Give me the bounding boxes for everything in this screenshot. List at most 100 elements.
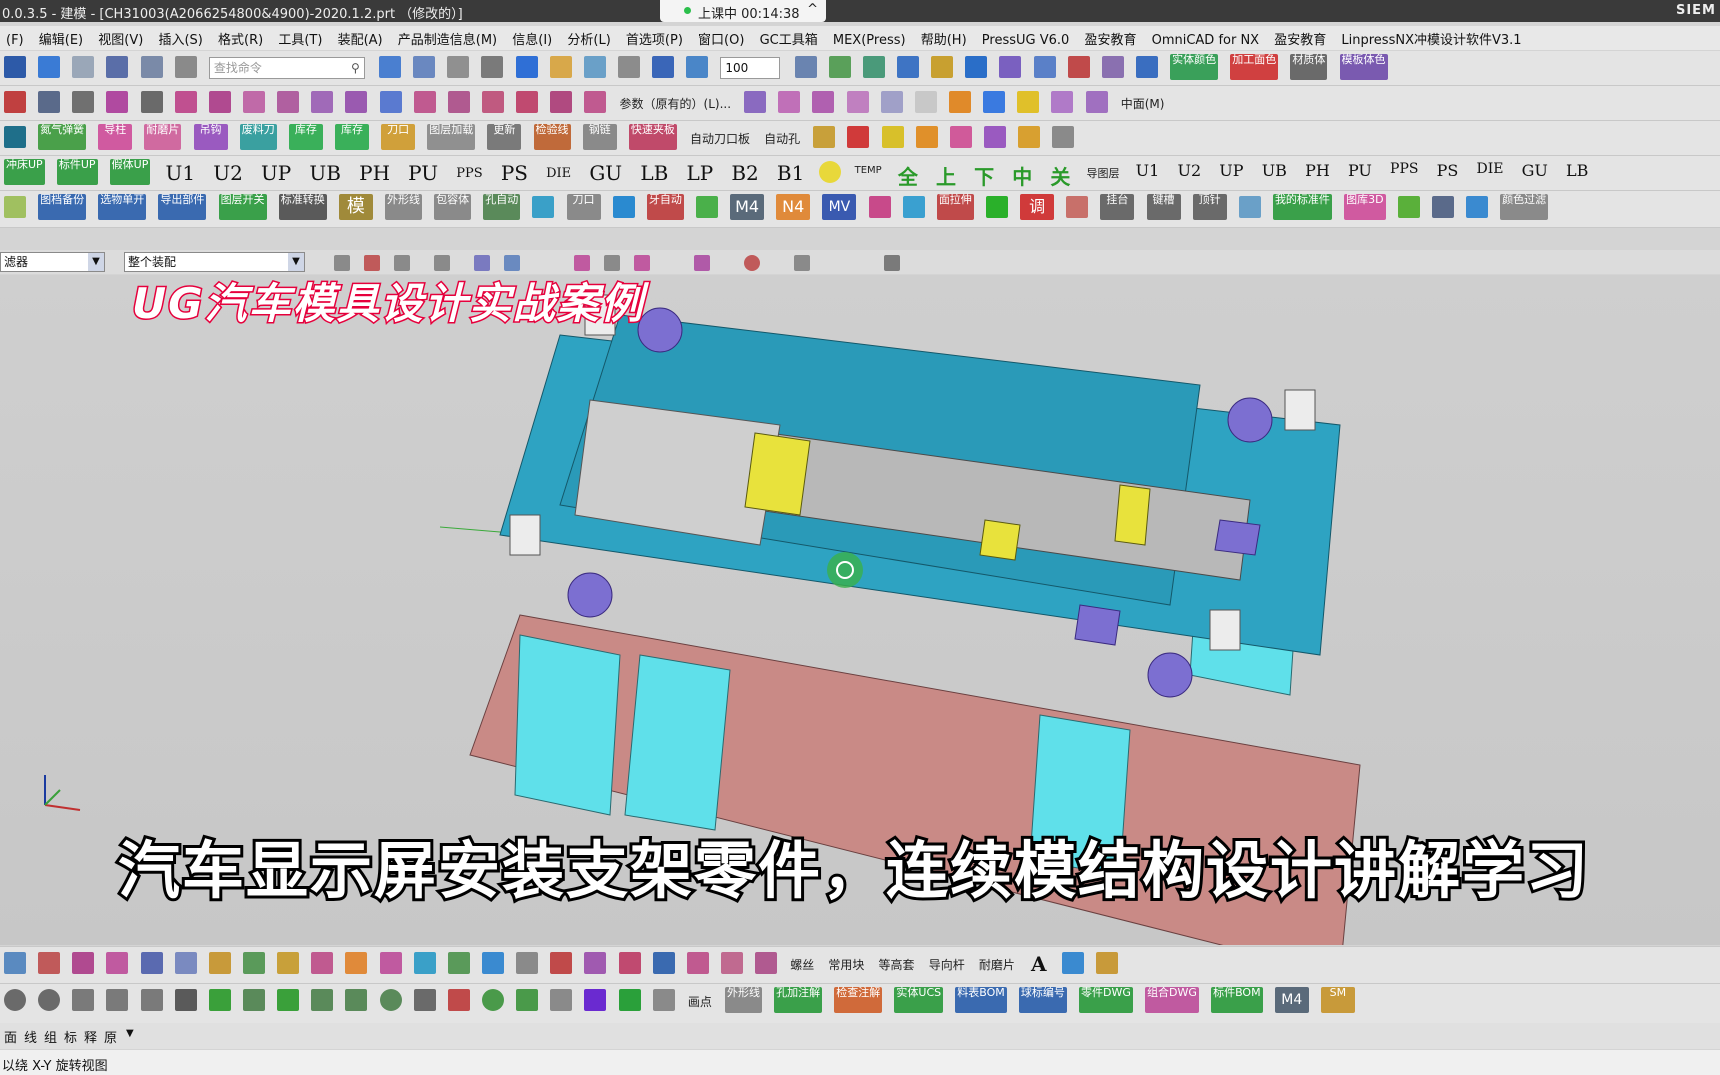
command-search-input[interactable]: 查找命令 ⚲	[208, 57, 365, 79]
snap-icon[interactable]	[828, 56, 851, 78]
dimension-icon[interactable]	[1135, 56, 1158, 78]
plate-b1-button[interactable]: B1	[777, 161, 804, 185]
block-grey-icon[interactable]	[1052, 126, 1075, 148]
cylinder-blue-icon[interactable]	[983, 91, 1006, 113]
m4-button[interactable]: M4	[730, 194, 765, 220]
sweep-icon[interactable]	[311, 91, 334, 113]
surface-tool-icon[interactable]	[413, 952, 436, 974]
chain-button[interactable]: 钢链	[582, 124, 617, 150]
plate-die-button[interactable]: DIE	[546, 166, 571, 181]
plate-pps-button[interactable]: PPS	[456, 166, 482, 181]
open-single-button[interactable]: 选物单开	[98, 194, 147, 220]
plate-pu-button[interactable]: PU	[408, 161, 438, 185]
thicken-icon[interactable]	[880, 91, 903, 113]
mold-button[interactable]: 模	[338, 194, 373, 220]
point-cloud-icon[interactable]	[242, 952, 265, 974]
table-icon[interactable]	[794, 56, 817, 78]
block-yellow-icon[interactable]	[881, 126, 904, 148]
auto-hole-label[interactable]: 自动孔	[764, 130, 800, 147]
check-line-button[interactable]: 检验线	[533, 124, 571, 150]
upper-layers-button[interactable]: 上	[936, 161, 956, 190]
middle-layers-button[interactable]: 中	[1012, 161, 1032, 190]
calculator-icon[interactable]	[4, 126, 26, 148]
outline-button[interactable]: 外形线	[384, 194, 422, 220]
move-button[interactable]: MV	[822, 194, 857, 220]
plate-ub-button[interactable]: UB	[309, 161, 341, 185]
edge-button[interactable]: 刀口	[381, 124, 416, 150]
selection-scope-select[interactable]: 整个装配 ▼	[124, 252, 305, 272]
patch-icon[interactable]	[846, 91, 869, 113]
adjust-button[interactable]: 调	[1020, 194, 1055, 220]
menu-insert[interactable]: 插入(S)	[152, 26, 207, 48]
machined-face-button[interactable]: 加工面色	[1230, 54, 1279, 80]
update-button[interactable]: 更新	[487, 124, 522, 150]
move-ps-button[interactable]: PS	[1437, 161, 1459, 180]
bend-icon[interactable]	[720, 952, 743, 974]
copy-icon[interactable]	[140, 56, 163, 78]
snap-quad-icon[interactable]	[474, 255, 490, 271]
orient-icon[interactable]	[652, 56, 675, 78]
wave-icon[interactable]	[447, 952, 470, 974]
plate-lb-button[interactable]: LB	[640, 161, 668, 185]
undo-icon[interactable]	[38, 56, 61, 78]
mirror-icon[interactable]	[902, 196, 925, 218]
envelope-button[interactable]: 包容体	[434, 194, 472, 220]
block-pink-icon[interactable]	[949, 126, 972, 148]
shaded-icon[interactable]	[481, 56, 504, 78]
chevron-up-icon[interactable]: ^	[807, 2, 818, 17]
globe-icon[interactable]	[481, 952, 504, 974]
plate-up-button[interactable]: UP	[261, 161, 291, 185]
plate-u2-button[interactable]: U2	[213, 161, 243, 185]
zoom-level-select[interactable]: 100	[720, 57, 781, 79]
face-extrude-button[interactable]: 面拉伸	[936, 194, 974, 220]
ribbon-icon[interactable]	[379, 952, 402, 974]
ruler-icon[interactable]	[1101, 56, 1124, 78]
check-note-button[interactable]: 检查注解	[834, 987, 883, 1013]
material-bom-button[interactable]: 料表BOM	[955, 987, 1007, 1013]
dummy-up-button[interactable]: 假体UP	[109, 159, 151, 185]
keyway-button[interactable]: 键槽	[1146, 194, 1181, 220]
block-purple-icon[interactable]	[983, 126, 1006, 148]
standard-up-button[interactable]: 标件UP	[56, 159, 98, 185]
gear-icon[interactable]	[516, 952, 539, 974]
snap-circle-icon[interactable]	[744, 255, 760, 271]
datum-icon[interactable]	[4, 91, 26, 113]
face-color-icon[interactable]	[1066, 196, 1089, 218]
chamfer-line-icon[interactable]	[311, 989, 334, 1011]
menu-yingan-2[interactable]: 盈安教育	[1268, 26, 1331, 48]
draw-point-label[interactable]: 画点	[688, 993, 712, 1010]
trim-line-icon[interactable]	[345, 989, 368, 1011]
move-ub-button[interactable]: UB	[1262, 161, 1287, 180]
tab-group[interactable]: 组	[44, 1027, 57, 1046]
solid-ucs-button[interactable]: 实体UCS	[894, 987, 944, 1013]
menu-analysis[interactable]: 分析(L)	[561, 26, 615, 48]
arc-label-icon[interactable]	[106, 989, 129, 1011]
snap-arc-icon[interactable]	[694, 255, 710, 271]
auto-edge-plate-label[interactable]: 自动刀口板	[690, 130, 750, 147]
ejector-button[interactable]: 顶针	[1192, 194, 1227, 220]
midsurface-label[interactable]: 中面(M)	[1121, 95, 1165, 112]
move-gu-button[interactable]: GU	[1522, 161, 1548, 180]
hanging-button[interactable]: 挂台	[1100, 194, 1135, 220]
part-dwg-button[interactable]: 零件DWG	[1079, 987, 1133, 1013]
column-icon[interactable]	[1095, 952, 1118, 974]
fit-view-icon[interactable]	[378, 56, 401, 78]
stock-1-button[interactable]: 库存	[288, 124, 323, 150]
chevron-down-icon[interactable]: ▼	[126, 1028, 134, 1039]
outline-tool-button[interactable]: 外形线	[724, 987, 762, 1013]
auto-hole-button[interactable]: 孔自动	[483, 194, 521, 220]
assembly-icon[interactable]	[584, 952, 607, 974]
nitrogen-spring-button[interactable]: 氮气弹簧	[38, 124, 87, 150]
polyline-icon[interactable]	[140, 989, 163, 1011]
rotate-view-icon[interactable]	[686, 56, 709, 78]
menu-window[interactable]: 窗口(O)	[692, 26, 749, 48]
thread-auto-button[interactable]: 牙自动	[646, 194, 684, 220]
snap-mid-icon[interactable]	[394, 255, 410, 271]
surface-icon[interactable]	[744, 91, 767, 113]
tag-icon[interactable]	[618, 952, 641, 974]
menu-gc-toolbox[interactable]: GC工具箱	[754, 26, 823, 48]
plate-lp-button[interactable]: LP	[686, 161, 713, 185]
hook-button[interactable]: 吊钩	[193, 124, 228, 150]
redo-icon[interactable]	[72, 56, 95, 78]
standard-bom-button[interactable]: 标件BOM	[1211, 987, 1263, 1013]
